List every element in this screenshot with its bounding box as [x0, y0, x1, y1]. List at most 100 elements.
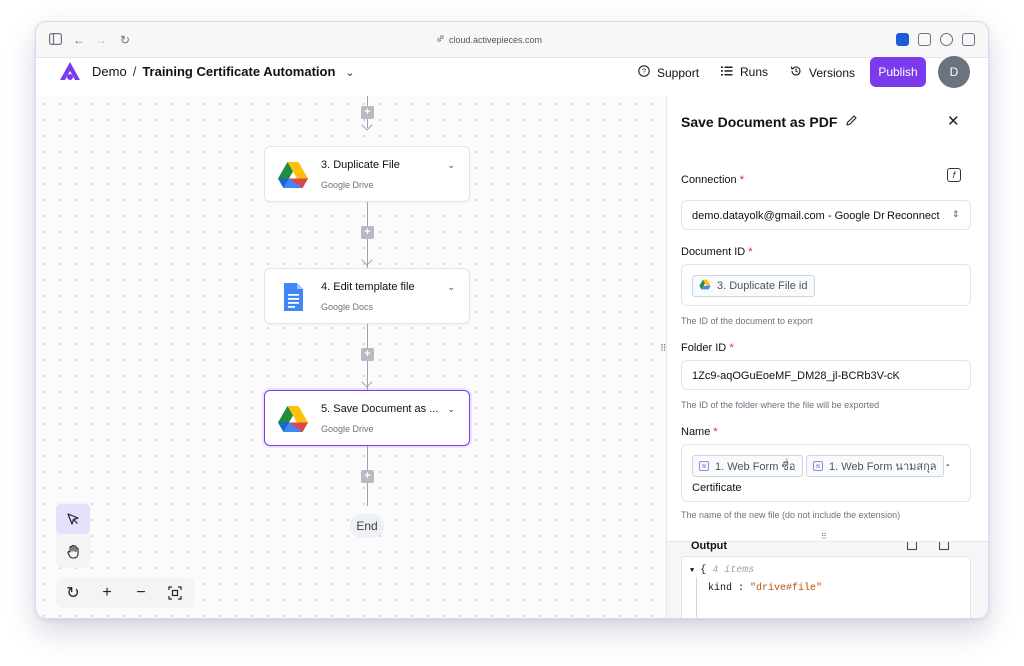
- arrow-icon: [361, 376, 373, 388]
- step-subtitle: Google Drive: [321, 424, 374, 434]
- breadcrumb: Demo / Training Certificate Automation ⌄: [92, 64, 355, 79]
- panel-title: Save Document as PDF: [681, 114, 858, 130]
- name-suffix: Certificate: [692, 482, 742, 494]
- help-circle-icon: ?: [638, 65, 650, 80]
- json-entry: kind : "drive#file": [708, 583, 823, 594]
- extension-icon[interactable]: [940, 33, 953, 46]
- name-field[interactable]: ≋ 1. Web Form ชื่อ ≋ 1. Web Form นามสกุล…: [681, 444, 971, 502]
- add-step-button[interactable]: +: [361, 106, 374, 119]
- url-text: cloud.activepieces.com: [449, 35, 543, 45]
- add-step-button[interactable]: +: [361, 226, 374, 239]
- step-title: 5. Save Document as ...: [321, 403, 439, 415]
- zoom-in-icon[interactable]: +: [90, 578, 124, 608]
- folder-id-label: Folder ID *: [681, 342, 734, 354]
- pencil-icon[interactable]: [845, 114, 858, 130]
- history-icon: [790, 65, 802, 80]
- variable-chip[interactable]: ≋ 1. Web Form นามสกุล: [806, 455, 944, 477]
- json-indent-guide: [696, 577, 697, 617]
- list-icon: [721, 65, 733, 79]
- browser-window: ← → ↻ cloud.activepieces.com Demo / Traini…: [36, 22, 988, 618]
- document-id-label: Document ID *: [681, 246, 753, 258]
- step-title: 4. Edit template file: [321, 281, 415, 293]
- variable-chip[interactable]: 3. Duplicate File id: [692, 275, 815, 297]
- flow-name[interactable]: Training Certificate Automation: [142, 64, 335, 79]
- support-button[interactable]: ? Support: [638, 65, 699, 80]
- google-drive-icon: [699, 279, 711, 293]
- avatar[interactable]: D: [938, 56, 970, 88]
- name-hint: The name of the new file (do not include…: [681, 510, 901, 520]
- hand-tool-icon[interactable]: [56, 536, 90, 566]
- arrow-icon: [361, 254, 373, 266]
- output-json-viewer[interactable]: ▼ { 4 items kind : "drive#file": [681, 556, 971, 618]
- document-id-field[interactable]: 3. Duplicate File id: [681, 264, 971, 306]
- name-dash: -: [946, 459, 950, 471]
- output-section: Output ▼ { 4 items kind : "drive#file": [667, 540, 988, 618]
- step-card-edit-template[interactable]: 4. Edit template file Google Docs ⌄: [264, 268, 470, 324]
- publish-button[interactable]: Publish: [870, 57, 926, 87]
- versions-label: Versions: [809, 65, 856, 80]
- link-icon: [436, 32, 445, 48]
- add-step-button[interactable]: +: [361, 470, 374, 483]
- versions-button[interactable]: Versions: [790, 65, 855, 80]
- chip-label: 1. Web Form นามสกุล: [829, 461, 937, 473]
- chevron-down-icon[interactable]: ⌄: [447, 404, 455, 415]
- reload-icon[interactable]: ↻: [118, 33, 132, 47]
- pointer-tool-icon[interactable]: [56, 504, 90, 534]
- svg-text:?: ?: [642, 67, 646, 76]
- extension-icon[interactable]: [896, 33, 909, 46]
- chip-label: 1. Web Form ชื่อ: [715, 461, 796, 473]
- chevron-down-icon[interactable]: ⌄: [447, 282, 455, 293]
- reconnect-button[interactable]: Reconnect: [887, 210, 940, 222]
- folder-id-hint: The ID of the folder where the file will…: [681, 400, 880, 410]
- close-icon[interactable]: ✕: [947, 112, 960, 130]
- support-label: Support: [657, 65, 700, 80]
- chevron-down-icon[interactable]: ⌄: [447, 160, 455, 171]
- zoom-out-icon[interactable]: −: [124, 578, 158, 608]
- google-docs-icon: [277, 281, 309, 313]
- step-settings-panel: Save Document as PDF ✕ Connection * f de…: [666, 96, 988, 618]
- name-label: Name *: [681, 426, 718, 438]
- step-card-save-pdf[interactable]: 5. Save Document as ... Google Drive ⌄: [264, 390, 470, 446]
- caret-down-icon[interactable]: ▼: [690, 567, 694, 575]
- formula-toggle-icon[interactable]: f: [947, 168, 961, 182]
- copy-icon[interactable]: [907, 542, 917, 550]
- webhook-icon: ≋: [813, 461, 823, 471]
- step-title: 3. Duplicate File: [321, 159, 400, 171]
- step-subtitle: Google Drive: [321, 180, 374, 190]
- connection-value: demo.datayolk@gmail.com - Google Dr: [692, 210, 885, 222]
- runs-label: Runs: [740, 65, 769, 79]
- arrow-icon: [361, 119, 373, 131]
- drag-handle-icon[interactable]: ⠿: [821, 532, 827, 541]
- activepieces-logo-icon[interactable]: [58, 60, 82, 87]
- extension-icon[interactable]: [918, 33, 931, 46]
- forward-icon[interactable]: →: [94, 33, 108, 47]
- reset-view-icon[interactable]: ↻: [56, 578, 90, 608]
- split-view-icon[interactable]: [962, 33, 975, 46]
- webhook-icon: ≋: [699, 461, 709, 471]
- variable-chip[interactable]: ≋ 1. Web Form ชื่อ: [692, 455, 803, 477]
- step-subtitle: Google Docs: [321, 302, 374, 312]
- breadcrumb-separator: /: [132, 64, 137, 79]
- runs-button[interactable]: Runs: [721, 65, 768, 79]
- flow-canvas[interactable]: + 3. Duplicate File Google Drive ⌄ + 4. …: [36, 96, 666, 618]
- project-name[interactable]: Demo: [92, 64, 127, 79]
- connection-select[interactable]: demo.datayolk@gmail.com - Google Dr Reco…: [681, 200, 971, 230]
- canvas-tool-panel: [56, 502, 90, 568]
- expand-icon[interactable]: [939, 542, 949, 550]
- browser-toolbar: ← → ↻ cloud.activepieces.com: [36, 22, 988, 58]
- fit-view-icon[interactable]: [158, 578, 192, 608]
- sidebar-toggle-icon[interactable]: [48, 33, 62, 47]
- folder-id-value: 1Zc9-aqOGuEoeMF_DM28_jl-BCRb3V-cK: [692, 370, 900, 382]
- address-bar[interactable]: cloud.activepieces.com: [436, 32, 542, 48]
- panel-title-text: Save Document as PDF: [681, 114, 838, 130]
- back-icon[interactable]: ←: [72, 33, 86, 47]
- zoom-controls: ↻ + −: [56, 578, 194, 608]
- add-step-button[interactable]: +: [361, 348, 374, 361]
- chevron-down-icon[interactable]: ⌄: [345, 67, 354, 79]
- chevron-updown-icon: ⇕: [952, 209, 960, 219]
- folder-id-input[interactable]: 1Zc9-aqOGuEoeMF_DM28_jl-BCRb3V-cK: [681, 360, 971, 390]
- output-title: Output: [691, 540, 728, 552]
- chip-label: 3. Duplicate File id: [717, 280, 808, 292]
- google-drive-icon: [277, 403, 309, 435]
- step-card-duplicate-file[interactable]: 3. Duplicate File Google Drive ⌄: [264, 146, 470, 202]
